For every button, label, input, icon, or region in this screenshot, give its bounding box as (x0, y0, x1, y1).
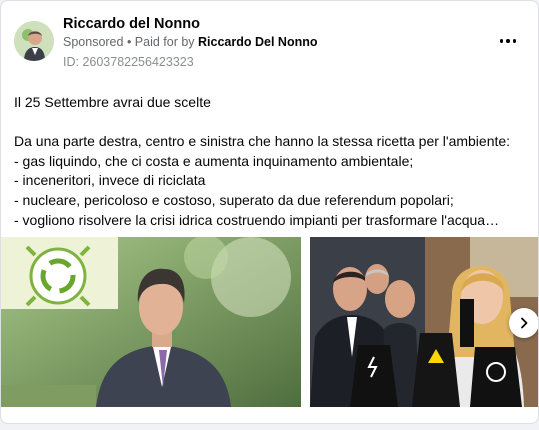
more-options-button[interactable] (495, 31, 521, 51)
sponsored-post-card: Riccardo del Nonno Sponsored • Paid for … (0, 0, 539, 424)
post-line: - vogliono risolvere la crisi idrica cos… (14, 211, 500, 228)
post-line-spacer (14, 113, 530, 133)
more-options-icon (499, 39, 504, 43)
ad-id: ID: 2603782256423323 (63, 55, 194, 69)
carousel-image-2[interactable] (310, 237, 538, 407)
paid-for-name[interactable]: Riccardo Del Nonno (198, 35, 317, 49)
post-line: Da una parte destra, centro e sinistra c… (14, 133, 511, 150)
paid-for-prefix: Paid for by (134, 35, 199, 49)
post-line: - nucleare, pericoloso e costoso, supera… (14, 191, 454, 208)
carousel-image-1[interactable] (1, 237, 301, 407)
carousel-next-button[interactable] (509, 308, 538, 338)
post-body: Il 25 Settembre avrai due scelte Da una … (14, 93, 530, 230)
post-line: Il 25 Settembre avrai due scelte (14, 94, 211, 110)
post-line: - inceneritori, invece di riciclata (14, 172, 206, 189)
more-options-icon (506, 39, 510, 43)
chevron-right-icon (521, 317, 528, 329)
sponsored-line: Sponsored • Paid for by Riccardo Del Non… (63, 35, 318, 49)
image-carousel[interactable] (1, 237, 538, 407)
separator-dot: • (123, 35, 135, 49)
post-line: - gas liquindo, che ci costa e aumenta i… (14, 152, 414, 169)
sponsored-label[interactable]: Sponsored (63, 35, 123, 49)
page-avatar[interactable] (14, 21, 54, 61)
more-options-icon (512, 39, 517, 43)
page-name[interactable]: Riccardo del Nonno (63, 16, 200, 32)
